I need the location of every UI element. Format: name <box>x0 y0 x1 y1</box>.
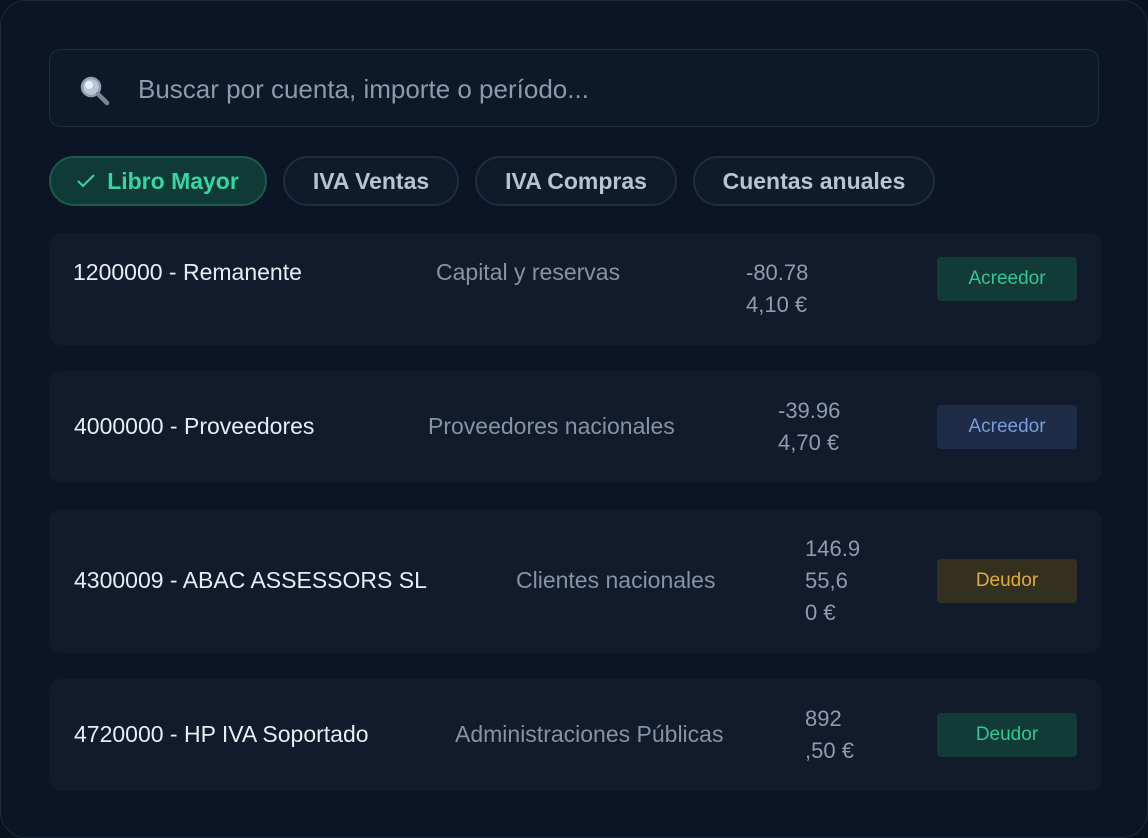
account-group: Proveedores nacionales <box>428 413 675 439</box>
check-icon <box>77 174 95 188</box>
account-group: Clientes nacionales <box>516 567 716 593</box>
filter-cuentas-anuales[interactable]: Cuentas anuales <box>693 156 935 206</box>
account-amount: 146.9 55,6 0 € <box>805 536 861 625</box>
account-amount: -80.78 4,10 € <box>746 260 809 317</box>
filter-libro-mayor[interactable]: Libro Mayor <box>49 156 267 206</box>
filter-label: IVA Ventas <box>312 167 430 194</box>
status-badge: Deudor <box>937 559 1077 603</box>
account-name: 4000000 - Proveedores <box>74 413 315 439</box>
filter-label: Libro Mayor <box>107 167 239 194</box>
status-badge: Acreedor <box>937 257 1077 301</box>
status-badge: Deudor <box>937 713 1077 757</box>
search-icon <box>80 76 110 106</box>
account-amount: 892 ,50 € <box>805 706 854 763</box>
account-group: Administraciones Públicas <box>455 721 724 747</box>
ledger-panel: Libro Mayor IVA Ventas IVA Compras Cuent… <box>0 0 1148 838</box>
table-row[interactable]: 4300009 - ABAC ASSESSORS SL Clientes nac… <box>49 509 1101 653</box>
account-amount: -39.96 4,70 € <box>778 398 841 455</box>
filter-iva-ventas[interactable]: IVA Ventas <box>283 156 459 206</box>
status-badge: Acreedor <box>937 405 1077 449</box>
account-name: 4300009 - ABAC ASSESSORS SL <box>74 567 427 593</box>
table-row[interactable]: 4000000 - Proveedores Proveedores nacion… <box>49 371 1101 483</box>
search-input[interactable] <box>136 68 1040 110</box>
account-name: 4720000 - HP IVA Soportado <box>74 721 369 747</box>
filter-label: IVA Compras <box>505 167 647 194</box>
table-row[interactable]: 4720000 - HP IVA Soportado Administracio… <box>49 679 1101 791</box>
table-row[interactable]: 1200000 - Remanente Capital y reservas -… <box>49 233 1101 345</box>
account-name: 1200000 - Remanente <box>73 259 302 285</box>
filter-label: Cuentas anuales <box>722 167 906 194</box>
search-bar[interactable] <box>49 49 1099 127</box>
account-group: Capital y reservas <box>436 259 621 285</box>
filter-iva-compras[interactable]: IVA Compras <box>475 156 677 206</box>
